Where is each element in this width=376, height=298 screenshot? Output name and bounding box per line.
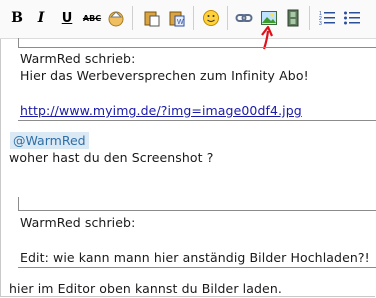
italic-label: I <box>37 10 45 26</box>
quote-top-rule <box>18 210 376 211</box>
underline-label: U <box>61 10 73 26</box>
ordered-list-button[interactable]: 1 2 3 <box>316 7 338 29</box>
bullet-list-button[interactable] <box>341 7 363 29</box>
strikethrough-label: ABC <box>82 13 102 23</box>
reply-text: woher hast du den Screenshot ? <box>9 150 214 165</box>
quote-border <box>18 197 19 211</box>
paste-icon <box>144 11 160 27</box>
insert-link-button[interactable] <box>233 7 255 29</box>
quote-author: WarmRed schrieb: <box>20 51 136 66</box>
bold-button[interactable]: B <box>6 7 28 29</box>
paste-word-button[interactable]: W <box>166 7 188 29</box>
quote-bottom-rule <box>18 267 376 268</box>
reply-text: hier im Editor oben kannst du Bilder lad… <box>9 281 282 296</box>
quote-top-rule <box>18 47 376 48</box>
quote-bottom-rule <box>18 120 376 121</box>
italic-button[interactable]: I <box>30 7 52 29</box>
toolbar-separator <box>227 6 228 30</box>
film-strip-icon <box>287 9 299 27</box>
bold-label: B <box>11 10 23 26</box>
chain-link-icon <box>235 14 253 22</box>
underline-button[interactable]: U <box>56 7 78 29</box>
user-mention[interactable]: @WarmRed <box>10 132 89 149</box>
svg-text:3: 3 <box>319 21 322 27</box>
toolbar-separator <box>132 6 133 30</box>
quote-image-link[interactable]: http://www.myimg.de/?img=image00df4.jpg <box>20 103 302 118</box>
toolbar-separator <box>309 6 310 30</box>
editor-toolbar: B I U ABC W 1 2 3 <box>0 0 376 39</box>
palette-icon <box>108 11 124 27</box>
smiley-icon <box>203 10 219 26</box>
paste-button[interactable] <box>141 7 163 29</box>
numbered-list-icon: 1 2 3 <box>319 11 335 27</box>
quote-text: Hier das Werbeversprechen zum Infinity A… <box>20 68 309 83</box>
emoticon-button[interactable] <box>200 7 222 29</box>
bullet-list-icon <box>344 11 360 25</box>
text-color-button[interactable] <box>105 7 127 29</box>
strikethrough-button[interactable]: ABC <box>81 7 103 29</box>
paste-word-icon: W <box>169 11 185 27</box>
svg-text:W: W <box>177 19 184 26</box>
quote-author: WarmRed schrieb: <box>20 215 136 230</box>
toolbar-separator <box>193 6 194 30</box>
quote-text: Edit: wie kann mann hier anständig Bilde… <box>20 250 370 265</box>
insert-media-button[interactable] <box>282 7 304 29</box>
